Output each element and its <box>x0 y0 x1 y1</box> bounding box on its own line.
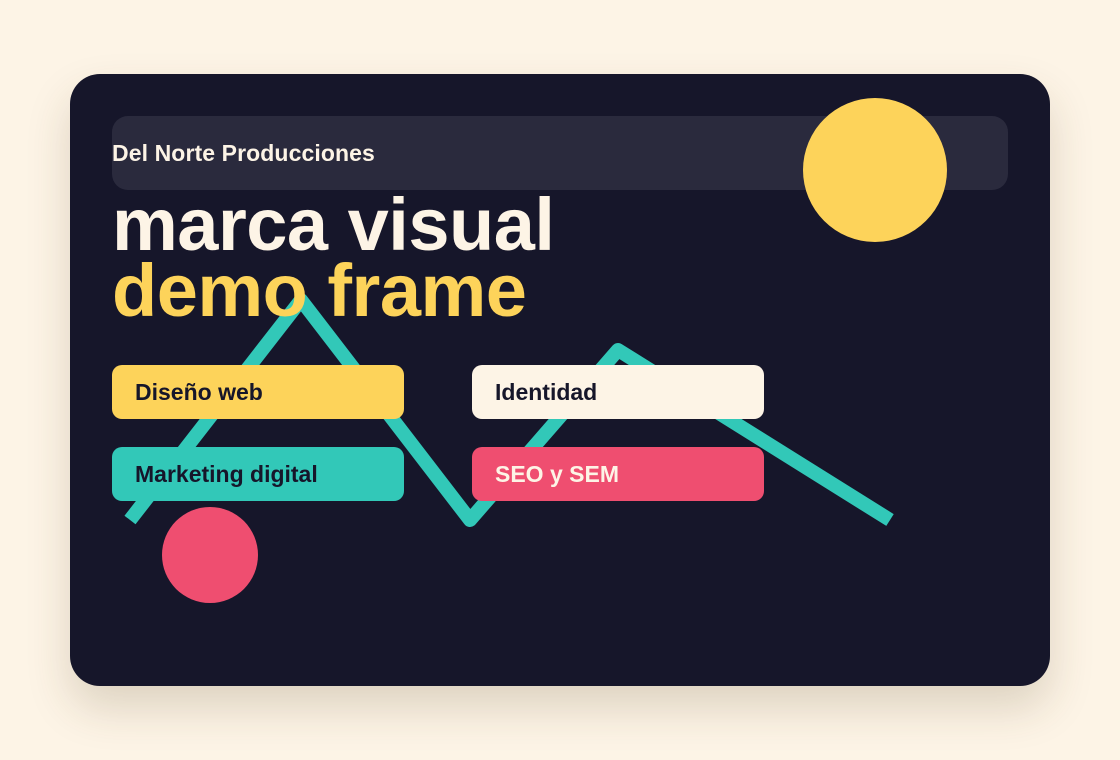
service-chip-seo-sem[interactable]: SEO y SEM <box>472 447 764 501</box>
headline-line-2: demo frame <box>112 249 527 332</box>
service-chip-identidad[interactable]: Identidad <box>472 365 764 419</box>
service-chip-diseno-web[interactable]: Diseño web <box>112 365 404 419</box>
brand-card: Del Norte Producciones marca visual demo… <box>70 74 1050 686</box>
headline: marca visual demo frame <box>112 188 555 332</box>
top-bar: Del Norte Producciones <box>112 116 1008 190</box>
brand-name: Del Norte Producciones <box>112 140 375 166</box>
service-chip-marketing-digital[interactable]: Marketing digital <box>112 447 404 501</box>
pink-circle-decoration <box>162 507 258 603</box>
